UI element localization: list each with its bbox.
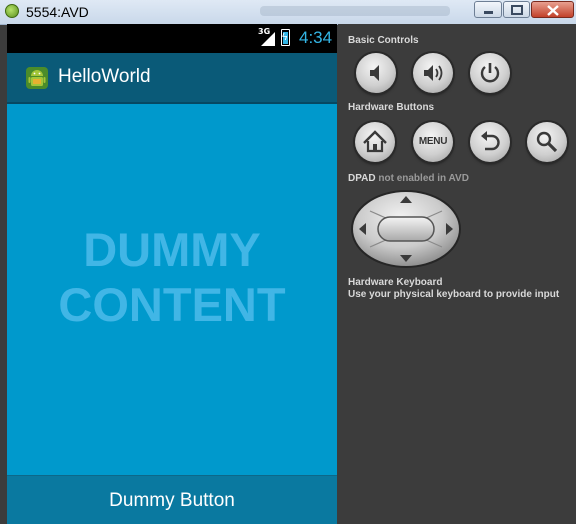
emulator-control-panel: Basic Controls Hardware Buttons MENU DPA… [338,24,576,523]
dummy-content-text: DUMMY CONTENT [7,222,337,332]
hardware-buttons-label: Hardware Buttons [348,102,435,113]
power-button[interactable] [470,53,510,93]
back-icon [481,131,500,151]
device-screen: 3G ϟ 4:34 HelloWorld DUMMY CONTENT Dummy… [7,24,337,524]
back-button[interactable] [470,122,510,162]
dummy-button[interactable]: Dummy Button [8,476,336,523]
hardware-keyboard-description: Use your physical keyboard to provide in… [348,289,560,300]
close-icon [547,5,559,16]
maximize-icon [511,5,523,15]
status-bar: 3G ϟ 4:34 [7,24,337,53]
menu-button[interactable]: MENU [413,122,453,162]
window-title: 5554:AVD [26,4,89,20]
fullscreen-content[interactable]: DUMMY CONTENT [7,104,337,477]
blurred-title-region [260,6,450,16]
signal-icon [261,32,275,46]
avd-app-icon [5,4,19,18]
android-icon [26,67,48,89]
window-titlebar: 5554:AVD [0,0,576,25]
home-button[interactable] [355,122,395,162]
dpad-label: DPAD not enabled in AVD [348,173,469,184]
battery-icon: ϟ [281,29,290,46]
dpad-note: not enabled in AVD [378,173,469,184]
app-title: HelloWorld [58,66,151,87]
search-icon [536,131,558,153]
dummy-content-line2: CONTENT [58,278,286,331]
dpad-control[interactable] [350,189,462,269]
dpad-center-button [377,216,435,242]
action-bar: HelloWorld [7,53,337,104]
volume-up-icon [424,65,443,81]
maximize-button[interactable] [503,1,530,18]
status-clock: 4:34 [299,28,333,47]
volume-down-button[interactable] [356,53,396,93]
minimize-button[interactable] [474,1,502,18]
volume-up-button[interactable] [413,53,453,93]
minimize-icon [484,11,493,14]
home-icon [363,130,387,153]
volume-down-icon [370,65,379,81]
power-icon [480,63,500,83]
dpad-title: DPAD [348,173,376,184]
hardware-keyboard-label: Hardware Keyboard [348,277,443,288]
dummy-content-line1: DUMMY [83,223,261,276]
close-button[interactable] [531,1,574,18]
fullscreen-controls-bar: Dummy Button [7,475,337,524]
basic-controls-label: Basic Controls [348,35,419,46]
search-button[interactable] [527,122,567,162]
menu-icon: MENU [418,136,448,147]
